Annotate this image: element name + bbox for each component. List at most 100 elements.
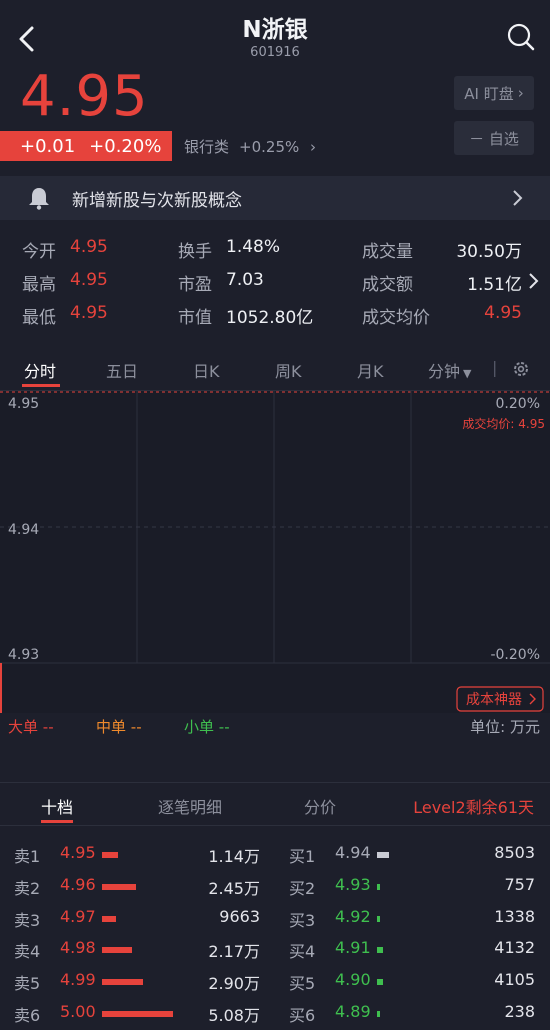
buy-level-label: 买5: [289, 974, 316, 994]
sell-order-row[interactable]: 卖5 4.99 2.90万: [14, 970, 260, 998]
sell-volume-bar: [102, 1011, 173, 1017]
buy-volume-bar: [377, 947, 383, 954]
tab-week-k[interactable]: 周K: [275, 358, 302, 382]
dropdown-triangle-icon: ▼: [463, 367, 472, 380]
stat-value: 1.48%: [226, 237, 281, 257]
price-change-pct: +0.20%: [89, 135, 162, 157]
buy-level-label: 买6: [289, 1006, 316, 1025]
stat-value: 4.95: [484, 303, 522, 323]
intraday-chart: 4.95 4.94 4.93 0.20% -0.20% 成交均价: 4.95 成…: [0, 391, 550, 713]
unit-label: 单位: 万元: [470, 718, 540, 736]
tab-divider: |: [492, 358, 498, 377]
stat-label: 市盈: [178, 275, 212, 295]
chevron-right-icon: ›: [517, 84, 524, 102]
buy-price: 4.94: [335, 843, 371, 862]
tab-tick-detail[interactable]: 逐笔明细: [158, 794, 222, 818]
concept-banner[interactable]: 新增新股与次新股概念: [0, 176, 550, 220]
pct-tick-top: 0.20%: [496, 396, 540, 412]
sell-level-label: 卖5: [14, 974, 41, 994]
tab-five-day[interactable]: 五日: [106, 358, 138, 382]
buy-volume-bar: [377, 979, 383, 986]
sell-volume-bar: [102, 947, 132, 954]
sector-link[interactable]: 银行类 +0.25% ›: [184, 136, 316, 157]
buy-price: 4.91: [335, 938, 371, 958]
buy-order-row[interactable]: 买3 4.92 1338: [289, 907, 535, 935]
tab-intraday[interactable]: 分时: [24, 358, 56, 382]
tab-minute-label: 分钟: [428, 362, 461, 381]
bell-icon: [29, 188, 49, 210]
tab-day-k[interactable]: 日K: [193, 358, 220, 382]
buy-price: 4.90: [335, 970, 371, 990]
ai-watch-label: AI 盯盘: [464, 84, 514, 103]
stat-label: 最高: [22, 275, 56, 295]
cost-tool-label: 成本神器: [466, 692, 522, 708]
price-change-box: +0.01 +0.20%: [0, 131, 172, 161]
level2-remaining[interactable]: Level2剩余61天: [413, 794, 534, 818]
price-change: +0.01: [20, 135, 76, 157]
stock-code: 601916: [250, 45, 300, 60]
stock-title: N浙银: [242, 17, 308, 43]
tab-month-k[interactable]: 月K: [357, 358, 384, 382]
sell-price: 4.98: [60, 938, 96, 958]
orderbook-tab-indicator: [41, 820, 73, 823]
sell-volume-bar: [102, 852, 118, 858]
sell-order-row[interactable]: 卖3 4.97 9663: [14, 907, 260, 935]
tab-minute[interactable]: 分钟 ▼: [428, 358, 471, 382]
orderbook-tabs: 十档 逐笔明细 分价 Level2剩余61天: [0, 782, 550, 826]
buy-level-label: 买4: [289, 942, 316, 962]
buy-volume-bar: [377, 915, 380, 922]
sell-volume: 9663: [219, 906, 260, 926]
sell-price: 4.97: [60, 906, 96, 926]
buy-order-row[interactable]: 买4 4.91 4132: [289, 938, 535, 966]
sell-volume: 2.90万: [208, 974, 260, 994]
stat-label: 今开: [22, 242, 56, 262]
tab-ten-levels[interactable]: 十档: [41, 794, 73, 818]
buy-volume: 757: [504, 874, 535, 894]
buy-level-label: 买3: [289, 910, 316, 930]
buy-order-row[interactable]: 买1 4.94 8503: [289, 843, 535, 871]
sell-level-label: 卖1: [14, 847, 41, 866]
sell-volume: 2.17万: [208, 942, 260, 962]
banner-text: 新增新股与次新股概念: [72, 190, 242, 211]
sell-volume-bar: [102, 915, 116, 922]
sell-order-row[interactable]: 卖2 4.96 2.45万: [14, 875, 260, 903]
buy-level-label: 买2: [289, 878, 316, 898]
sector-pct: +0.25%: [239, 138, 300, 156]
sell-level-label: 卖2: [14, 878, 41, 898]
sell-price: 4.95: [60, 843, 96, 862]
ai-watch-button[interactable]: AI 盯盘 ›: [454, 76, 534, 110]
buy-volume: 8503: [494, 843, 535, 862]
stat-value: 1.51亿: [467, 275, 522, 295]
buy-volume: 238: [504, 1002, 535, 1021]
stat-label: 最低: [22, 308, 56, 328]
sell-order-row[interactable]: 卖1 4.95 1.14万: [14, 843, 260, 871]
buy-volume: 4132: [494, 938, 535, 958]
sell-level-label: 卖3: [14, 910, 41, 930]
y-tick-bottom: 4.93: [8, 647, 39, 663]
buy-price: 4.93: [335, 874, 371, 894]
sell-level-label: 卖4: [14, 942, 41, 962]
sell-order-row[interactable]: 卖6 5.00 5.08万: [14, 1002, 260, 1030]
gear-icon[interactable]: [512, 360, 530, 378]
stat-label: 成交量: [362, 242, 413, 262]
chevron-right-icon: [513, 190, 523, 206]
tab-price-distribution[interactable]: 分价: [304, 794, 336, 818]
chevron-right-icon[interactable]: [528, 272, 540, 290]
chevron-right-icon: ›: [310, 138, 317, 156]
search-icon[interactable]: [506, 22, 536, 52]
sell-order-row[interactable]: 卖4 4.98 2.17万: [14, 938, 260, 966]
buy-order-row[interactable]: 买5 4.90 4105: [289, 970, 535, 998]
buy-order-row[interactable]: 买6 4.89 238: [289, 1002, 535, 1030]
stat-label: 成交均价: [362, 308, 430, 328]
y-tick-mid: 4.94: [8, 522, 39, 538]
buy-volume-bar: [377, 852, 389, 858]
y-tick-top: 4.95: [8, 396, 39, 412]
order-size-legend: 大单 -- 中单 -- 小单 -- 单位: 万元: [0, 716, 550, 740]
sell-volume-bar: [102, 883, 136, 890]
sell-volume-bar: [102, 979, 143, 986]
sell-level-label: 卖6: [14, 1006, 41, 1025]
stat-label: 成交额: [362, 275, 413, 295]
buy-order-row[interactable]: 买2 4.93 757: [289, 875, 535, 903]
add-favorite-button[interactable]: － 自选: [454, 121, 534, 155]
sector-name: 银行类: [184, 138, 230, 156]
